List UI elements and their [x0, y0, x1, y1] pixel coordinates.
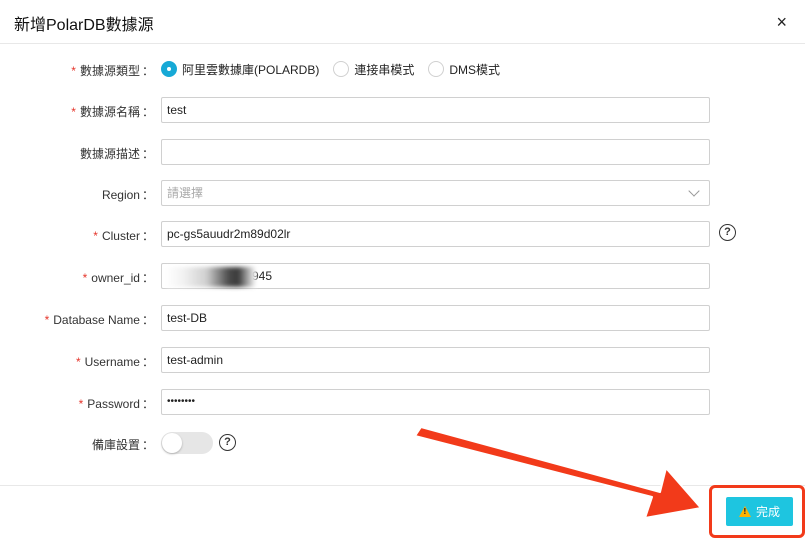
- region-select[interactable]: 請選擇: [161, 180, 710, 206]
- required-marker: *: [93, 229, 98, 243]
- password-input[interactable]: ••••••••: [161, 389, 710, 415]
- radio-dms-label: DMS模式: [449, 62, 501, 77]
- owner-id-label: * owner_id：: [82, 271, 154, 285]
- help-icon[interactable]: ?: [219, 434, 236, 451]
- datasource-type-radio-group: 阿里雲數據庫(POLARDB) 連接串模式 DMS模式: [161, 56, 514, 82]
- row-datasource-type: * 數據源類型： 阿里雲數據庫(POLARDB) 連接串模式 DMS模式: [0, 56, 805, 82]
- database-name-input[interactable]: test-DB: [161, 305, 710, 331]
- datasource-type-label: * 數據源類型：: [71, 64, 154, 78]
- backup-settings-label: 備庫設置：: [91, 438, 154, 452]
- row-datasource-desc: 數據源描述：: [0, 139, 805, 165]
- row-username: * Username： test-admin: [0, 347, 805, 373]
- cluster-input[interactable]: pc-gs5auudr2m89d02lr: [161, 221, 710, 247]
- row-datasource-name: * 數據源名稱： test: [0, 97, 805, 123]
- datasource-desc-label: 數據源描述：: [79, 147, 154, 161]
- datasource-desc-input[interactable]: [161, 139, 710, 165]
- add-polardb-dialog: 新增PolarDB數據源 × * 數據源類型： 阿里雲數據庫(POLARDB) 連…: [0, 0, 805, 540]
- radio-dms[interactable]: DMS模式: [428, 61, 500, 78]
- row-region: Region： 請選擇: [0, 180, 805, 206]
- required-marker: *: [75, 355, 81, 369]
- radio-checked-icon: [161, 61, 177, 77]
- region-label: Region：: [101, 188, 154, 202]
- warning-icon: [738, 506, 751, 517]
- datasource-name-label: * 數據源名稱：: [71, 105, 154, 119]
- help-icon[interactable]: ?: [719, 224, 736, 241]
- row-cluster: * Cluster： pc-gs5auudr2m89d02lr ?: [0, 221, 805, 247]
- cluster-label: * Cluster：: [93, 229, 154, 243]
- done-button-label: 完成: [755, 505, 780, 519]
- radio-polardb-label: 阿里雲數據庫(POLARDB): [182, 62, 320, 77]
- radio-polardb[interactable]: 阿里雲數據庫(POLARDB): [161, 61, 319, 78]
- required-marker: *: [71, 105, 76, 119]
- username-input[interactable]: test-admin: [161, 347, 710, 373]
- required-marker: *: [78, 397, 84, 411]
- required-marker: *: [82, 271, 88, 285]
- row-password: * Password： ••••••••: [0, 389, 805, 415]
- radio-unchecked-icon: [428, 61, 445, 77]
- radio-connection-string[interactable]: 連接串模式: [333, 61, 414, 78]
- required-marker: *: [71, 64, 76, 78]
- row-database-name: * Database Name： test-DB: [0, 305, 805, 331]
- done-button[interactable]: 完成: [726, 497, 793, 526]
- backup-settings-toggle[interactable]: [161, 432, 213, 454]
- datasource-name-input[interactable]: test: [161, 97, 710, 123]
- row-backup-settings: 備庫設置： ?: [0, 430, 805, 456]
- required-marker: *: [44, 313, 50, 327]
- password-label: * Password：: [78, 397, 154, 411]
- radio-connection-string-label: 連接串模式: [354, 62, 415, 77]
- dialog-title: 新增PolarDB數據源: [14, 17, 154, 34]
- row-owner-id: * owner_id： 945: [0, 263, 805, 289]
- owner-id-input[interactable]: 945: [161, 263, 710, 289]
- dialog-header: 新增PolarDB數據源 ×: [0, 0, 805, 44]
- username-label: * Username：: [75, 355, 154, 369]
- redaction-blur: [166, 267, 256, 287]
- close-icon[interactable]: ×: [776, 12, 787, 32]
- toggle-knob: [162, 433, 182, 453]
- footer-divider: [0, 485, 805, 486]
- radio-unchecked-icon: [333, 61, 350, 77]
- database-name-label: * Database Name：: [44, 313, 154, 327]
